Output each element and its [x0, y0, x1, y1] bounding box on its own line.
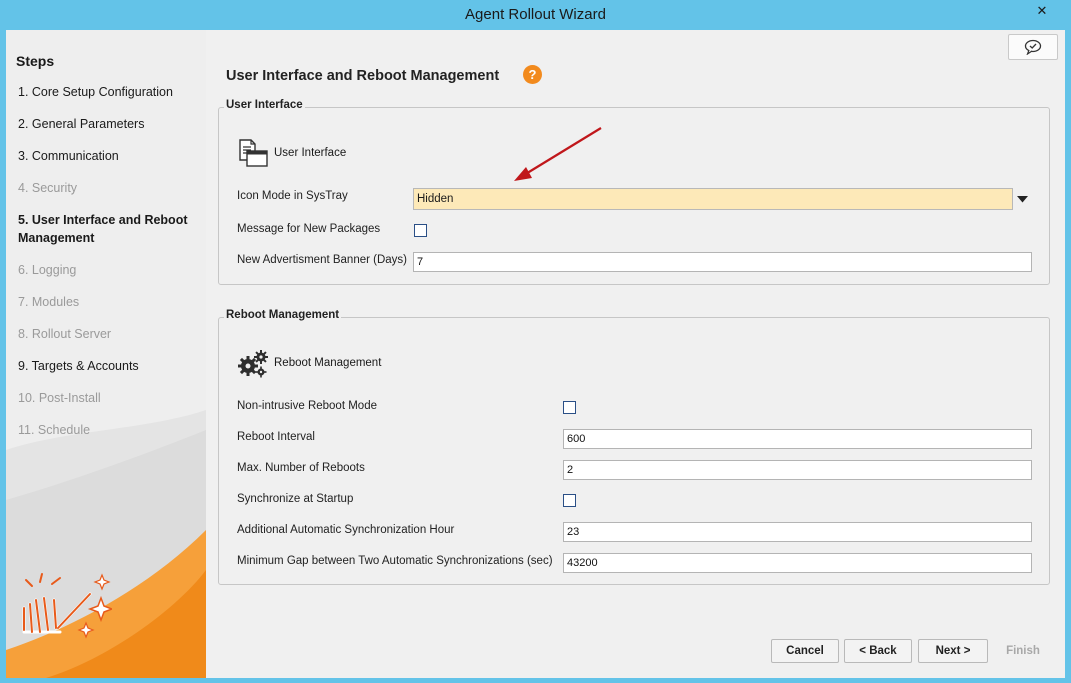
wizard-window: Steps 1. Core Setup Configuration 2. Gen… [6, 30, 1065, 678]
step-modules: 7. Modules [18, 295, 80, 309]
sync-hour-input[interactable]: 23 [563, 522, 1032, 542]
gears-icon [238, 350, 268, 378]
annotation-arrow [514, 127, 602, 181]
non-intrusive-reboot-checkbox[interactable] [563, 401, 576, 414]
feedback-button[interactable] [1008, 34, 1058, 60]
message-packages-label: Message for New Packages [237, 223, 381, 235]
step-core-setup[interactable]: 1. Core Setup Configuration [18, 83, 203, 101]
non-intrusive-reboot-label: Non-intrusive Reboot Mode [237, 400, 377, 412]
step-schedule: 11. Schedule [18, 423, 91, 437]
sync-hour-label: Additional Automatic Synchronization Hou… [237, 524, 455, 536]
step-targets-accounts[interactable]: 9. Targets & Accounts [18, 357, 203, 375]
icon-mode-select[interactable]: Hidden [413, 188, 1013, 210]
sync-startup-checkbox[interactable] [563, 494, 576, 507]
step-security: 4. Security [18, 181, 78, 195]
user-interface-heading: User Interface [237, 138, 346, 168]
reboot-interval-label: Reboot Interval [237, 431, 315, 443]
user-interface-heading-label: User Interface [274, 147, 347, 159]
step-logging: 6. Logging [18, 263, 77, 277]
title-bar: Agent Rollout Wizard ✕ [0, 0, 1071, 30]
banner-days-input[interactable]: 7 [413, 252, 1032, 272]
banner-days-label: New Advertisment Banner (Days) [237, 254, 408, 266]
reboot-management-heading: Reboot Management [237, 348, 381, 378]
max-reboots-label: Max. Number of Reboots [237, 462, 365, 474]
step-post-install: 10. Post-Install [18, 391, 101, 405]
finish-button: Finish [1006, 645, 1040, 657]
document-window-icon [239, 139, 268, 167]
user-interface-group: User Interface User Interface Icon Mode … [218, 99, 1050, 285]
back-button[interactable]: < Back [844, 639, 912, 663]
steps-sidebar: Steps 1. Core Setup Configuration 2. Gen… [6, 30, 206, 678]
step-communication[interactable]: 3. Communication [18, 147, 203, 165]
message-packages-checkbox[interactable] [414, 224, 427, 237]
wizard-wand-logo [22, 573, 112, 639]
steps-title: Steps [16, 53, 55, 69]
next-button[interactable]: Next > [918, 639, 988, 663]
chat-check-icon [1024, 39, 1042, 55]
main-panel: User Interface and Reboot Management ? U… [206, 30, 1065, 678]
min-gap-label: Minimum Gap between Two Automatic Synchr… [237, 555, 553, 567]
sync-startup-label: Synchronize at Startup [237, 493, 354, 505]
reboot-management-group: Reboot Management Reboot Management Non-… [218, 309, 1050, 585]
icon-mode-label: Icon Mode in SysTray [237, 190, 348, 202]
window-title: Agent Rollout Wizard [465, 6, 606, 23]
help-icon[interactable]: ? [523, 65, 542, 84]
min-gap-input[interactable]: 43200 [563, 553, 1032, 573]
step-user-interface-reboot[interactable]: 5. User Interface and Reboot Management [18, 211, 203, 247]
reboot-interval-input[interactable]: 600 [563, 429, 1032, 449]
max-reboots-input[interactable]: 2 [563, 460, 1032, 480]
cancel-button[interactable]: Cancel [771, 639, 839, 663]
icon-mode-dropdown-arrow[interactable] [1013, 188, 1032, 210]
step-rollout-server: 8. Rollout Server [18, 327, 112, 341]
close-button[interactable]: ✕ [1021, 0, 1063, 22]
chevron-down-icon [1017, 195, 1028, 202]
step-general-parameters[interactable]: 2. General Parameters [18, 115, 203, 133]
user-interface-legend: User Interface [224, 99, 305, 111]
reboot-management-heading-label: Reboot Management [274, 357, 382, 369]
reboot-management-legend: Reboot Management [224, 309, 342, 321]
page-title: User Interface and Reboot Management [226, 68, 500, 84]
